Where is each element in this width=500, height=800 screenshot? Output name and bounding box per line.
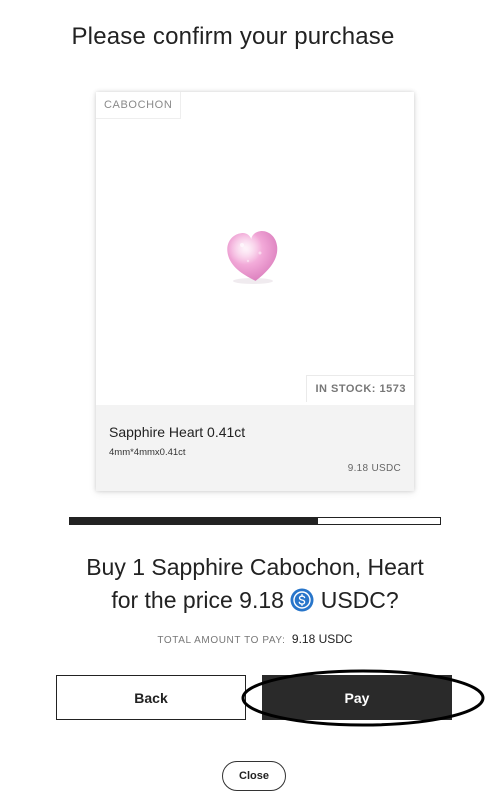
- pink-heart-gem-image: [227, 231, 278, 284]
- back-button[interactable]: Back: [56, 675, 246, 720]
- question-price-suffix: USDC?: [320, 587, 399, 613]
- step-progress-bar: [69, 517, 441, 525]
- page-title: Please confirm your purchase: [71, 23, 395, 50]
- pay-button[interactable]: Pay: [262, 675, 452, 720]
- total-amount: TOTAL AMOUNT TO PAY: 9.18 USDC: [0, 632, 500, 646]
- total-label: TOTAL AMOUNT TO PAY:: [157, 635, 286, 646]
- stock-badge: IN STOCK: 1573: [306, 375, 414, 402]
- product-info: Sapphire Heart 0.41ct 4mm*4mmx0.41ct 9.1…: [96, 405, 414, 491]
- progress-fill: [70, 518, 318, 524]
- usdc-coin-icon: [290, 588, 314, 612]
- product-name: Sapphire Heart 0.41ct: [109, 424, 246, 440]
- product-card: CABOCHON IN STOCK: 1573 Sapphire Heart 0…: [96, 92, 414, 491]
- question-line-1: Buy 1 Sapphire Cabochon, Heart: [86, 554, 424, 580]
- confirmation-question: Buy 1 Sapphire Cabochon, Heart for the p…: [0, 551, 500, 617]
- category-tag: CABOCHON: [96, 92, 182, 119]
- question-price-prefix: for the price 9.18: [111, 587, 284, 613]
- product-image-area: [96, 92, 414, 405]
- product-dimensions: 4mm*4mmx0.41ct: [109, 447, 186, 458]
- product-price: 9.18 USDC: [347, 463, 401, 474]
- question-line-2: for the price 9.18 USDC?: [0, 584, 500, 617]
- purchase-confirmation-page: Please confirm your purchase CABOCHON IN…: [0, 0, 500, 800]
- total-value: 9.18 USDC: [291, 632, 353, 646]
- close-button[interactable]: Close: [222, 761, 286, 791]
